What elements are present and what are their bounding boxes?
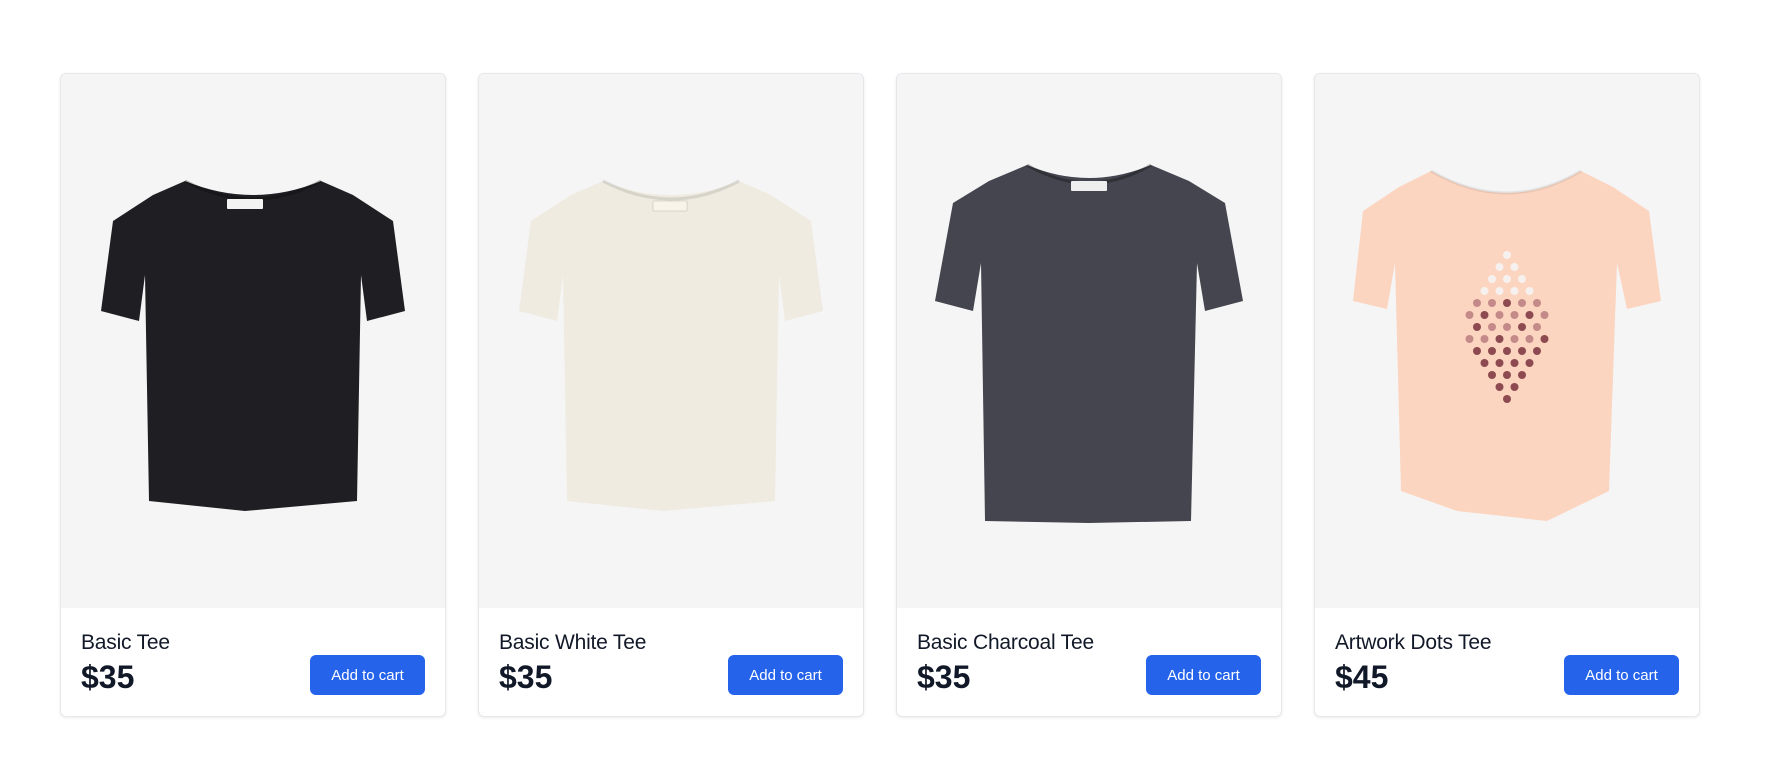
product-card: Basic Charcoal Tee $35 Add to cart [896,73,1282,717]
artwork-dot [1473,299,1481,307]
artwork-dot [1503,323,1511,331]
artwork-dot [1495,311,1504,319]
artwork-dot [1525,287,1534,295]
artwork-dot [1510,311,1519,319]
artwork-dot [1495,359,1504,367]
artwork-dot [1525,359,1534,367]
artwork-dot [1465,335,1474,343]
artwork-dot [1518,323,1526,331]
artwork-dot [1510,287,1519,295]
artwork-dot [1495,263,1504,271]
artwork-dot [1495,335,1504,343]
artwork-dot [1518,371,1526,379]
artwork-dot [1488,371,1496,379]
add-to-cart-button[interactable]: Add to cart [1564,655,1679,695]
artwork-dot [1488,275,1496,283]
t-shirt-icon [935,163,1243,523]
artwork-dot [1518,275,1526,283]
product-name: Basic Charcoal Tee [917,631,1094,654]
t-shirt-icon [101,179,405,511]
artwork-dot [1495,383,1504,391]
product-card: Basic Tee $35 Add to cart [60,73,446,717]
product-price: $45 [1335,659,1389,695]
artwork-dot [1503,275,1511,283]
artwork-dot [1510,359,1519,367]
artwork-dot [1503,299,1511,307]
product-info: Basic White Tee $35 Add to cart [479,608,863,716]
artwork-dot [1480,335,1489,343]
product-image[interactable] [897,74,1281,608]
artwork-dot [1503,251,1511,259]
artwork-dot [1510,383,1519,391]
product-name: Artwork Dots Tee [1335,631,1492,654]
artwork-dot [1533,323,1541,331]
artwork-dot [1473,323,1481,331]
artwork-dot [1510,335,1519,343]
product-image[interactable] [61,74,445,608]
product-info: Artwork Dots Tee $45 Add to cart [1315,608,1699,716]
product-card: Artwork Dots Tee $45 Add to cart [1314,73,1700,717]
artwork-dot [1480,311,1489,319]
artwork-dot [1510,263,1519,271]
add-to-cart-button[interactable]: Add to cart [1146,655,1261,695]
product-grid: Basic Tee $35 Add to cart Basic White Te… [60,73,1714,717]
artwork-dot [1518,299,1526,307]
product-price: $35 [499,659,553,695]
artwork-dot [1488,323,1496,331]
artwork-dot [1503,371,1511,379]
product-name: Basic Tee [81,631,170,654]
artwork-dot [1488,299,1496,307]
add-to-cart-button[interactable]: Add to cart [310,655,425,695]
add-to-cart-button[interactable]: Add to cart [728,655,843,695]
artwork-dot [1480,287,1489,295]
t-shirt-icon [1353,169,1661,521]
t-shirt-icon [519,179,823,511]
artwork-dot [1533,347,1541,355]
product-image[interactable] [1315,74,1699,608]
artwork-dot [1473,347,1481,355]
product-info: Basic Charcoal Tee $35 Add to cart [897,608,1281,716]
artwork-dot [1495,287,1504,295]
product-info: Basic Tee $35 Add to cart [61,608,445,716]
artwork-dot [1540,335,1549,343]
artwork-dot [1503,395,1511,403]
product-price: $35 [81,659,135,695]
artwork-dot [1525,335,1534,343]
artwork-dot [1533,299,1541,307]
product-price: $35 [917,659,971,695]
product-card: Basic White Tee $35 Add to cart [478,73,864,717]
product-image[interactable] [479,74,863,608]
product-name: Basic White Tee [499,631,647,654]
artwork-dot [1540,311,1549,319]
artwork-dot [1525,311,1534,319]
artwork-dot [1480,359,1489,367]
artwork-dot [1465,311,1474,319]
artwork-dot [1488,347,1496,355]
artwork-dot [1518,347,1526,355]
artwork-dot [1503,347,1511,355]
